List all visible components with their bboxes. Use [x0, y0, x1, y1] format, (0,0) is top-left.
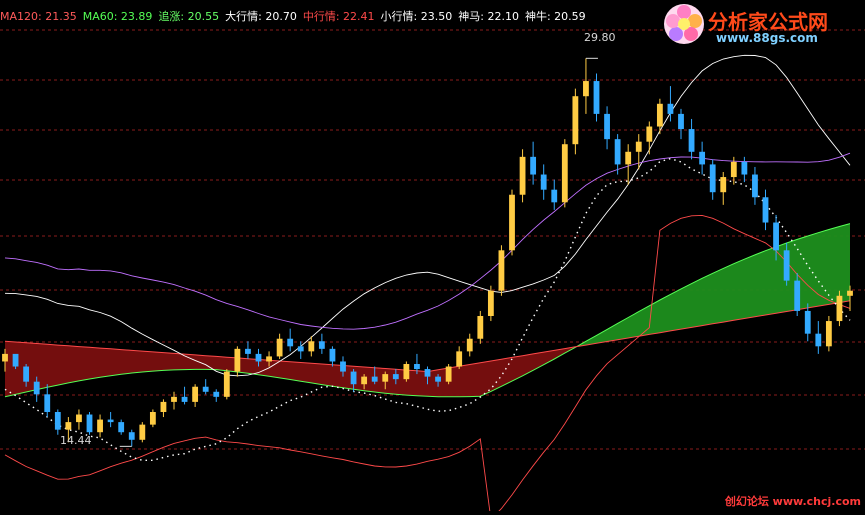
candle-body — [33, 381, 40, 395]
legend-item: 中行情: 22.41 — [302, 10, 375, 23]
legend-item: MA120: 21.35 — [0, 10, 77, 23]
candle-body — [551, 189, 558, 203]
candle-body — [730, 161, 737, 178]
candle-body — [86, 414, 93, 433]
candle-body — [530, 156, 537, 175]
flower-logo-icon — [664, 4, 704, 44]
candle-body — [604, 113, 610, 140]
candle-body — [635, 141, 642, 152]
candle-body — [97, 419, 103, 433]
legend-item: 小行情: 23.50 — [380, 10, 453, 23]
candle-body — [149, 412, 156, 425]
site-logo[interactable]: 分析家公式网 www.88gs.com — [660, 0, 865, 50]
legend-item: 神马: 22.10 — [458, 10, 519, 23]
candle-body — [223, 371, 230, 397]
candle-body — [625, 151, 632, 165]
candle-body — [65, 422, 72, 430]
candle-body — [804, 310, 811, 334]
stock-chart — [0, 0, 865, 515]
candle-body — [12, 353, 19, 367]
candle-body — [297, 346, 304, 352]
candle-body — [783, 250, 790, 281]
candle-body — [688, 129, 695, 152]
candle-body — [583, 81, 589, 97]
candle-body — [340, 361, 346, 372]
candle-body — [540, 174, 547, 190]
candle-body — [118, 422, 125, 433]
legend-item: 追涨: 20.55 — [158, 10, 220, 23]
candle-body — [318, 341, 325, 349]
line-big-trend — [4, 54, 851, 377]
candle-body — [456, 351, 463, 367]
candle-body — [561, 144, 568, 203]
candle-body — [23, 366, 30, 382]
candle-body — [54, 412, 61, 430]
candle-body — [361, 376, 368, 385]
candle-body — [667, 103, 674, 114]
candle-body — [699, 151, 706, 165]
candle-body — [720, 177, 727, 193]
candle-body — [329, 348, 336, 362]
candle-body — [107, 419, 114, 423]
candle-body — [76, 414, 82, 423]
forum-watermark: 创幻论坛 www.chcj.com — [724, 495, 861, 508]
candle-body — [646, 126, 653, 142]
candle-body — [477, 316, 484, 339]
indicator-legend: MA120: 21.35 MA60: 23.89 追涨: 20.55 大行情: 20.… — [0, 9, 592, 25]
candle-body — [614, 139, 621, 165]
candle-body — [255, 353, 262, 362]
candle-body — [466, 338, 473, 352]
candle-body — [414, 364, 420, 370]
candle-body — [424, 369, 431, 377]
candle-body — [509, 194, 515, 251]
candle-body — [308, 341, 315, 352]
legend-item: MA60: 23.89 — [82, 10, 153, 23]
candle-body — [836, 295, 843, 322]
candle-body — [192, 386, 199, 402]
candle-body — [815, 333, 822, 347]
candle-body — [202, 386, 209, 392]
candle-body — [181, 396, 188, 402]
candle-body — [266, 356, 272, 362]
candle-body — [435, 376, 441, 382]
candle-body — [487, 290, 494, 316]
candle-body — [128, 432, 135, 440]
candle-body — [752, 174, 758, 198]
candle-body — [741, 161, 748, 175]
candle-body — [139, 424, 146, 440]
candle-body — [572, 96, 579, 145]
chart-canvas — [0, 29, 865, 515]
low-price-label: 14.44 — [60, 434, 92, 447]
candle-body — [678, 113, 684, 130]
candle-body — [2, 353, 8, 362]
logo-url[interactable]: www.88gs.com — [716, 31, 818, 45]
legend-item: 大行情: 20.70 — [225, 10, 297, 23]
candle-body — [171, 396, 177, 402]
candle-body — [847, 290, 853, 296]
candle-body — [445, 366, 452, 382]
candle-body — [382, 374, 389, 382]
candle-body — [350, 371, 357, 385]
candle-body — [709, 164, 716, 193]
candle-body — [371, 376, 378, 382]
candle-body — [593, 81, 600, 114]
candle-body — [234, 348, 241, 372]
candle-body — [276, 338, 283, 357]
candle-body — [498, 250, 505, 291]
candle-body — [519, 156, 526, 195]
candle-body — [44, 394, 51, 412]
high-price-label: 29.80 — [584, 31, 616, 44]
candle-body — [762, 197, 769, 223]
legend-item: 神牛: 20.59 — [524, 10, 586, 23]
candle-body — [213, 391, 220, 397]
candle-body — [392, 374, 399, 380]
candle-body — [656, 103, 663, 127]
candle-body — [160, 401, 167, 412]
candle-body — [773, 222, 779, 251]
candle-body — [287, 338, 294, 347]
candle-body — [403, 364, 410, 380]
candle-body — [794, 280, 801, 311]
candle-body — [245, 348, 251, 354]
candle-body — [825, 321, 832, 347]
